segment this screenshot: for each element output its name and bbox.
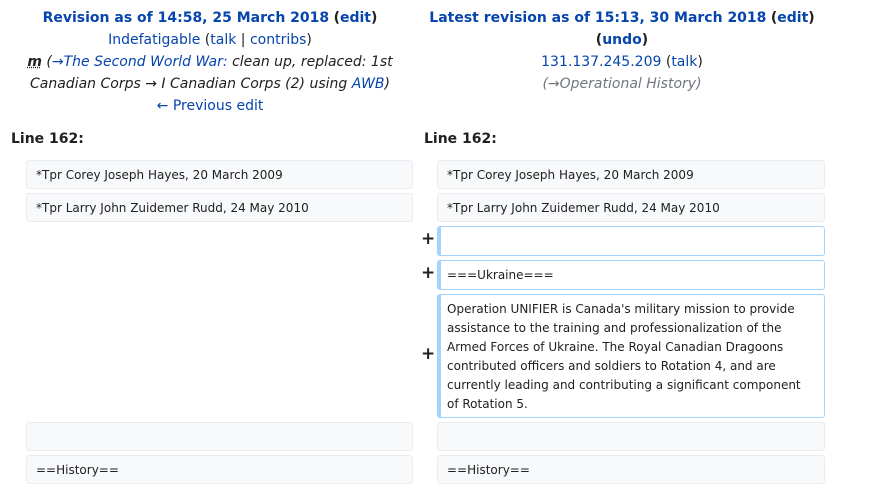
old-user-row: Indefatigable (talk | contribs) (108, 32, 312, 48)
old-contribs-link[interactable]: contribs (250, 32, 306, 48)
old-talk-link[interactable]: talk (210, 32, 236, 48)
new-summary: (→Operational History) (542, 76, 702, 92)
undo-link[interactable]: undo (602, 32, 642, 48)
added-paragraph-line-6: of Rotation 5. (447, 397, 528, 411)
new-talk-link[interactable]: talk (671, 54, 697, 70)
added-marker-3: + (421, 344, 436, 364)
old-summary-cont: Canadian Corps → I Canadian Corps (2) us… (30, 76, 390, 92)
added-paragraph-line-3: Armed Forces of Ukraine. The Royal Canad… (447, 340, 784, 354)
new-context-history: ==History== (437, 455, 825, 484)
old-revision-link[interactable]: Revision as of 14:58, 25 March 2018 (43, 10, 330, 26)
new-user-link[interactable]: 131.137.245.209 (541, 54, 661, 70)
new-line-number: Line 162: (424, 131, 497, 147)
old-summary-text-1: clean up, replaced: 1st (232, 54, 393, 70)
new-user-row: 131.137.245.209 (talk) (541, 54, 703, 70)
new-revision-link[interactable]: Latest revision as of 15:13, 30 March 20… (429, 10, 766, 26)
old-revision-title-row: Revision as of 14:58, 25 March 2018 (edi… (42, 10, 378, 26)
new-context-line-2: *Tpr Larry John Zuidemer Rudd, 24 May 20… (437, 193, 825, 222)
added-heading-line: ===Ukraine=== (437, 260, 825, 290)
awb-link[interactable]: AWB (352, 76, 385, 92)
old-summary-text-2: Canadian Corps → I Canadian Corps (2) us… (30, 76, 348, 92)
new-edit-link[interactable]: edit (777, 10, 808, 26)
old-revision-header: Revision as of 14:58, 25 March 2018 (edi… (8, 7, 412, 117)
old-summary-section-link[interactable]: →The Second World War: (52, 54, 228, 70)
old-user-link[interactable]: Indefatigable (108, 32, 200, 48)
added-marker-1: + (421, 229, 436, 249)
new-context-line-1: *Tpr Corey Joseph Hayes, 20 March 2009 (437, 160, 825, 189)
new-revision-title-row: Latest revision as of 15:13, 30 March 20… (429, 10, 815, 26)
added-paragraph-line-4: contributed officers and soldiers to Rot… (447, 359, 776, 373)
old-line-number: Line 162: (11, 131, 84, 147)
added-paragraph: Operation UNIFIER is Canada's military m… (437, 294, 825, 418)
new-context-blank (437, 422, 825, 451)
new-revision-header: Latest revision as of 15:13, 30 March 20… (420, 7, 824, 95)
old-summary: m (→The Second World War: clean up, repl… (27, 54, 393, 70)
added-paragraph-line-5: currently leading and contributing a sig… (447, 378, 801, 392)
added-paragraph-line-2: assistance to the training and professio… (447, 321, 782, 335)
old-context-line-2: *Tpr Larry John Zuidemer Rudd, 24 May 20… (26, 193, 413, 222)
old-context-history: ==History== (26, 455, 413, 484)
new-summary-section-link[interactable]: →Operational History (548, 76, 696, 92)
added-marker-2: + (421, 263, 436, 283)
added-blank-line (437, 226, 825, 256)
old-context-line-1: *Tpr Corey Joseph Hayes, 20 March 2009 (26, 160, 413, 189)
added-paragraph-line-1: Operation UNIFIER is Canada's military m… (447, 302, 795, 316)
old-edit-link[interactable]: edit (340, 10, 371, 26)
previous-edit-link[interactable]: ← Previous edit (157, 98, 264, 114)
old-context-blank (26, 422, 413, 451)
minor-edit-flag: m (27, 54, 42, 70)
